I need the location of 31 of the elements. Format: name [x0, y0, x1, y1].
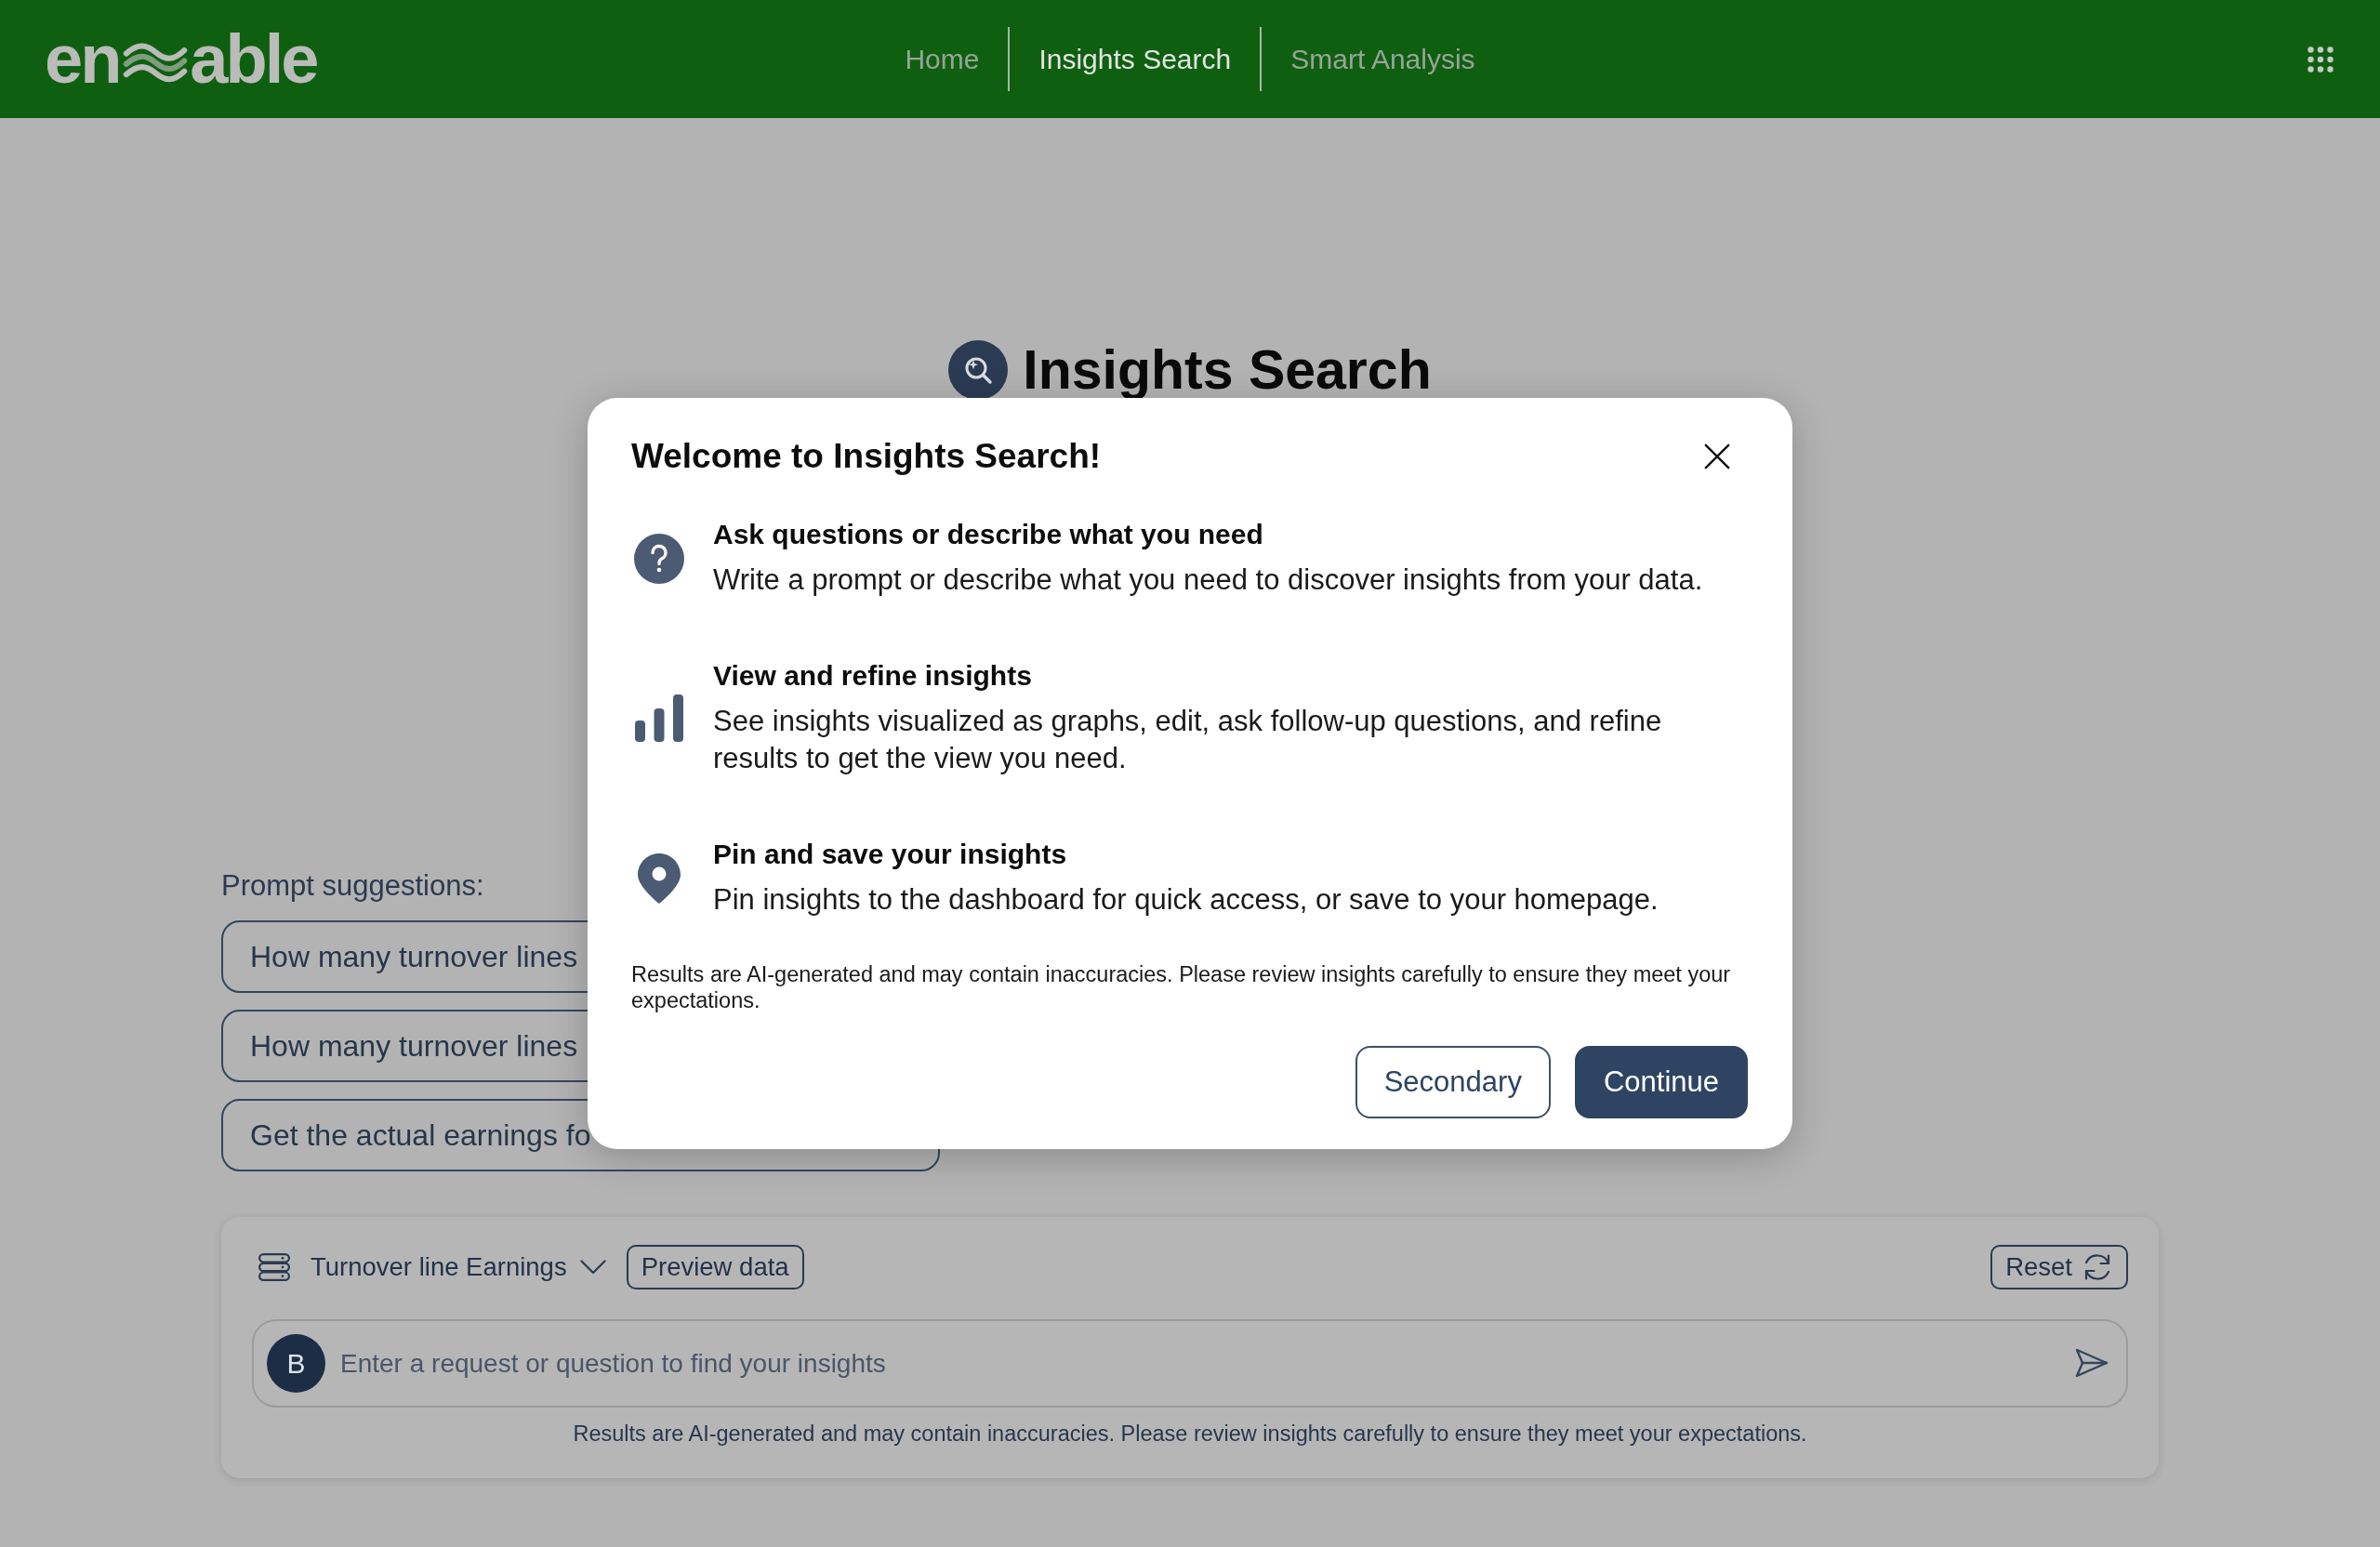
suggestions-label: Prompt suggestions: — [221, 869, 484, 903]
location-pin-icon — [638, 853, 681, 904]
dialog-title: Welcome to Insights Search! — [631, 436, 1102, 477]
feature-description: Pin insights to the dashboard for quick access, or save to your homepage. — [713, 882, 1659, 918]
send-icon — [2075, 1348, 2109, 1378]
bar-chart-icon — [635, 694, 683, 742]
disclaimer-text: Results are AI-generated and may contain inaccuracies. Please review insights carefully to ensure they meet your expectations. — [572, 1421, 1808, 1447]
close-button[interactable] — [1703, 443, 1731, 470]
secondary-button[interactable]: Secondary — [1355, 1046, 1551, 1118]
search-sparkle-icon — [948, 340, 1009, 400]
feature-heading: View and refine insights — [713, 659, 1032, 693]
avatar: B — [267, 1334, 325, 1393]
question-icon — [634, 533, 684, 584]
chevron-down-icon — [579, 1260, 606, 1275]
page-title: Insights Search — [1023, 338, 1432, 403]
feature-heading: Pin and save your insights — [713, 838, 1067, 871]
logo-text: able — [190, 24, 317, 94]
continue-button[interactable]: Continue — [1574, 1046, 1748, 1118]
dataset-dropdown[interactable]: Turnover line Earnings — [311, 1252, 606, 1282]
close-icon — [1703, 443, 1731, 470]
database-icon — [258, 1253, 290, 1281]
feature-description: Write a prompt or describe what you need to discover insights from your data. — [713, 562, 1703, 598]
app-grid-icon — [2307, 46, 2334, 73]
send-button[interactable] — [2075, 1348, 2109, 1378]
feature-heading: Ask questions or describe what you need — [713, 518, 1263, 551]
reset-button[interactable]: Reset — [1990, 1245, 2128, 1289]
app-launcher-button[interactable] — [2307, 46, 2334, 73]
nav-tab[interactable]: Insights Search — [1010, 40, 1261, 78]
preview-data-button[interactable]: Preview data — [626, 1245, 804, 1289]
feature-description: See insights visualized as graphs, edit, ask follow-up questions, and refine results to get the view you need. — [713, 704, 1663, 776]
logo-text: en — [45, 24, 120, 94]
